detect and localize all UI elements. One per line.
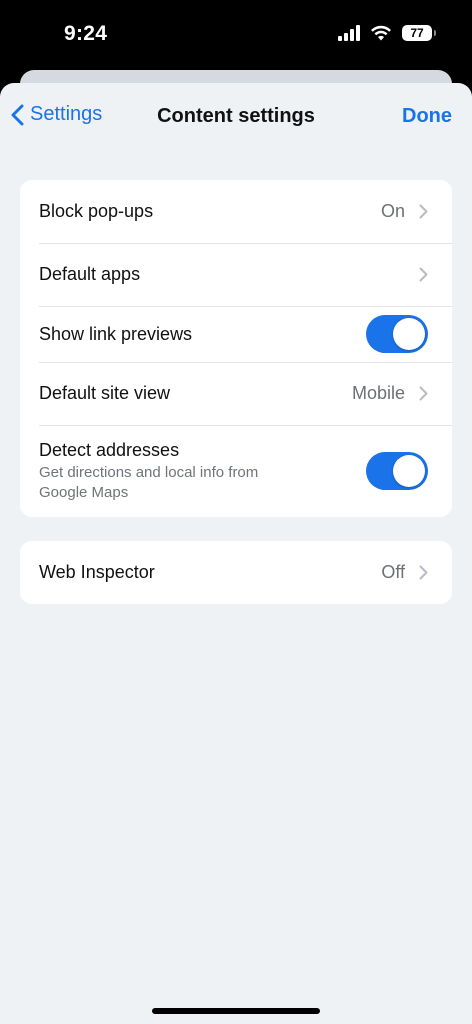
- chevron-right-icon: [419, 267, 428, 282]
- wifi-icon: [371, 25, 391, 41]
- row-default-apps[interactable]: Default apps: [20, 243, 452, 306]
- battery-level: 77: [410, 26, 424, 40]
- cellular-signal-icon: [338, 25, 360, 41]
- battery-indicator: 77: [402, 25, 436, 41]
- link-previews-toggle[interactable]: [366, 315, 428, 353]
- content-settings-sheet: Settings Content settings Done Block pop…: [0, 83, 472, 1024]
- status-bar: 9:24 77: [0, 0, 472, 72]
- toggle-knob: [393, 318, 425, 350]
- row-label: Detect addresses: [39, 439, 180, 460]
- navigation-bar: Settings Content settings Done: [0, 83, 472, 153]
- status-time: 9:24: [64, 22, 108, 45]
- row-sublabel: Get directions and local info from Googl…: [39, 463, 259, 501]
- row-value: Mobile: [351, 383, 405, 403]
- row-label: Block pop-ups: [39, 201, 154, 221]
- toggle-knob: [393, 455, 425, 487]
- row-show-link-previews: Show link previews: [20, 306, 452, 362]
- row-label: Default site view: [39, 383, 171, 403]
- detect-addresses-toggle[interactable]: [366, 452, 428, 490]
- chevron-right-icon: [419, 204, 428, 219]
- row-label: Default apps: [39, 264, 141, 284]
- settings-group-main: Block pop-ups On Default apps Show link …: [20, 180, 452, 517]
- home-indicator[interactable]: [152, 1008, 320, 1014]
- row-label: Web Inspector: [39, 562, 155, 582]
- chevron-right-icon: [419, 386, 428, 401]
- chevron-right-icon: [419, 565, 428, 580]
- row-block-popups[interactable]: Block pop-ups On: [20, 180, 452, 243]
- settings-group-developer: Web Inspector Off: [20, 541, 452, 604]
- row-default-site-view[interactable]: Default site view Mobile: [20, 362, 452, 425]
- status-icons: 77: [338, 25, 436, 41]
- row-web-inspector[interactable]: Web Inspector Off: [20, 541, 452, 604]
- row-detect-addresses: Detect addresses Get directions and loca…: [20, 425, 452, 517]
- done-button[interactable]: Done: [402, 105, 452, 128]
- row-label: Show link previews: [39, 323, 193, 344]
- row-value: On: [380, 201, 405, 221]
- row-value: Off: [381, 562, 405, 582]
- row-text: Detect addresses Get directions and loca…: [39, 440, 366, 503]
